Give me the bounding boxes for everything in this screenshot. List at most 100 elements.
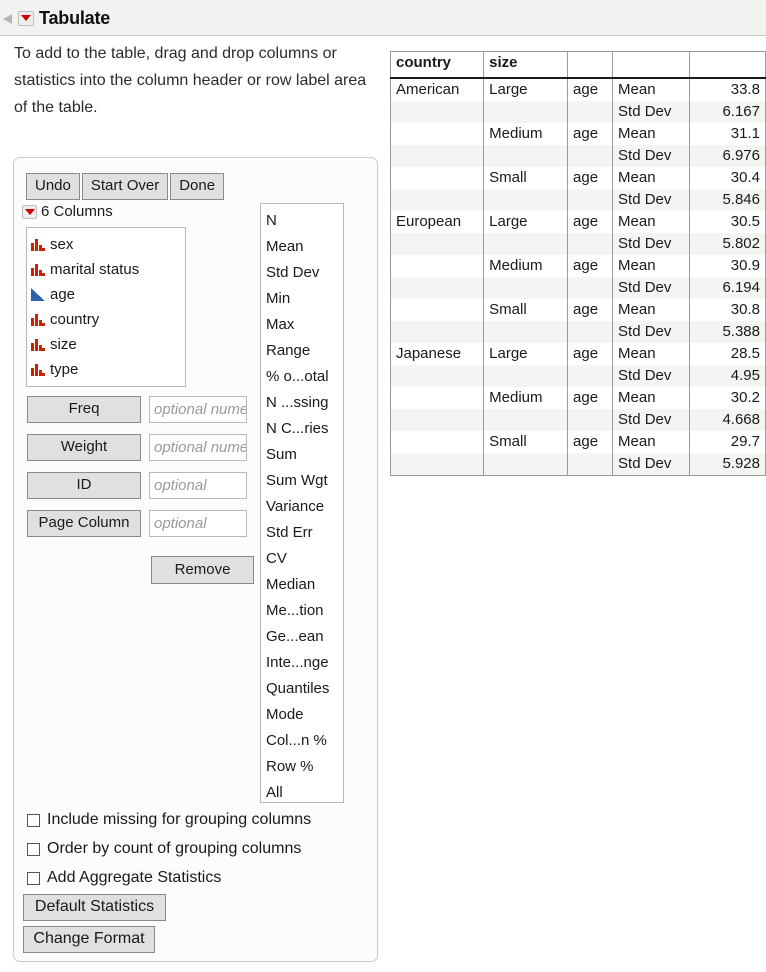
table-cell-country xyxy=(389,408,485,431)
table-cell-statistic: Mean xyxy=(612,77,690,101)
include-missing-checkbox-row[interactable]: Include missing for grouping columns xyxy=(27,811,311,829)
statistic-item[interactable]: N xyxy=(266,208,343,234)
statistic-item[interactable]: Variance xyxy=(266,494,343,520)
remove-button[interactable]: Remove xyxy=(151,556,254,584)
column-list-item[interactable]: sex xyxy=(31,232,185,257)
include-missing-label: Include missing for grouping columns xyxy=(47,811,312,828)
table-cell-size: Large xyxy=(483,210,569,233)
statistic-item[interactable]: Sum Wgt xyxy=(266,468,343,494)
table-header-country[interactable]: country xyxy=(389,51,485,79)
default-statistics-button[interactable]: Default Statistics xyxy=(23,894,166,921)
statistic-item[interactable]: Row % xyxy=(266,754,343,780)
column-list-item[interactable]: size xyxy=(31,332,185,357)
table-header-size[interactable]: size xyxy=(483,51,569,79)
statistic-item[interactable]: Sum xyxy=(266,442,343,468)
table-cell-size: Medium xyxy=(483,254,569,277)
statistic-item[interactable]: Range xyxy=(266,338,343,364)
disclosure-triangle-icon[interactable] xyxy=(3,14,12,24)
statistic-item[interactable]: Col...n % xyxy=(266,728,343,754)
statistic-item[interactable]: Mode xyxy=(266,702,343,728)
table-cell-size xyxy=(483,408,569,431)
red-triangle-menu-icon[interactable] xyxy=(18,10,34,26)
table-cell-country xyxy=(389,232,485,255)
table-cell-size xyxy=(483,232,569,255)
page-title: Tabulate xyxy=(39,7,111,28)
instructions-text: To add to the table, drag and drop colum… xyxy=(14,45,367,116)
statistic-item[interactable]: Std Dev xyxy=(266,260,343,286)
statistic-item[interactable]: % o...otal xyxy=(266,364,343,390)
table-cell-value: 5.388 xyxy=(688,320,766,343)
columns-list[interactable]: sex marital status age country size type xyxy=(26,227,186,387)
table-cell-variable: age xyxy=(567,342,614,365)
column-item-label: age xyxy=(50,286,76,303)
statistic-item[interactable]: Mean xyxy=(266,234,343,260)
table-cell-value: 33.8 xyxy=(688,77,766,101)
freq-input[interactable]: optional numeric xyxy=(149,396,247,423)
table-cell-value: 4.95 xyxy=(688,364,766,387)
freq-button[interactable]: Freq xyxy=(27,396,141,423)
table-cell-variable xyxy=(567,144,614,167)
statistic-item[interactable]: Inte...nge xyxy=(266,650,343,676)
table-cell-size: Medium xyxy=(483,122,569,145)
id-input[interactable]: optional xyxy=(149,472,247,499)
statistic-item[interactable]: Ge...ean xyxy=(266,624,343,650)
statistic-item[interactable]: CV xyxy=(266,546,343,572)
table-row: Std Dev 6.194 xyxy=(389,276,766,299)
statistic-item[interactable]: N ...ssing xyxy=(266,390,343,416)
table-cell-variable: age xyxy=(567,430,614,453)
statistic-item[interactable]: Me...tion xyxy=(266,598,343,624)
tabulate-window: Tabulate To add to the table, drag and d… xyxy=(0,0,766,972)
id-button[interactable]: ID xyxy=(27,472,141,499)
weight-input[interactable]: optional numeric xyxy=(149,434,247,461)
freq-role-row: Freq optional numeric xyxy=(27,396,247,423)
undo-button[interactable]: Undo xyxy=(26,173,80,200)
page-column-input[interactable]: optional xyxy=(149,510,247,537)
statistic-item[interactable]: Median xyxy=(266,572,343,598)
nominal-bars-icon xyxy=(31,338,45,351)
table-cell-country xyxy=(389,430,485,453)
table-cell-variable xyxy=(567,364,614,387)
table-row: Std Dev 4.668 xyxy=(389,408,766,431)
page-column-button[interactable]: Page Column xyxy=(27,510,141,537)
table-cell-statistic: Std Dev xyxy=(612,232,690,255)
statistics-list[interactable]: N Mean Std Dev Min Max Range % o...otal … xyxy=(260,203,344,803)
add-aggregate-statistics-checkbox-row[interactable]: Add Aggregate Statistics xyxy=(27,869,221,887)
table-cell-value: 5.802 xyxy=(688,232,766,255)
order-by-count-checkbox-row[interactable]: Order by count of grouping columns xyxy=(27,840,301,858)
table-cell-statistic: Mean xyxy=(612,254,690,277)
table-cell-statistic: Std Dev xyxy=(612,100,690,123)
done-button[interactable]: Done xyxy=(170,173,225,200)
column-list-item[interactable]: age xyxy=(31,282,185,307)
columns-panel-header: 6 Columns xyxy=(22,203,113,220)
table-cell-size: Small xyxy=(483,430,569,453)
table-cell-variable: age xyxy=(567,77,614,101)
include-missing-checkbox[interactable] xyxy=(27,813,40,827)
change-format-button[interactable]: Change Format xyxy=(23,926,155,953)
statistic-item[interactable]: N C...ries xyxy=(266,416,343,442)
table-header-variable[interactable] xyxy=(567,51,614,79)
table-row: Std Dev 5.802 xyxy=(389,232,766,255)
table-cell-variable: age xyxy=(567,210,614,233)
add-aggregate-statistics-checkbox[interactable] xyxy=(27,871,40,885)
statistic-item[interactable]: Min xyxy=(266,286,343,312)
weight-button[interactable]: Weight xyxy=(27,434,141,461)
table-header-statistic[interactable] xyxy=(612,51,690,79)
column-list-item[interactable]: marital status xyxy=(31,257,185,282)
statistic-item[interactable]: Max xyxy=(266,312,343,338)
statistic-item[interactable]: Std Err xyxy=(266,520,343,546)
column-item-label: country xyxy=(50,311,100,328)
statistic-item[interactable]: All xyxy=(266,780,343,802)
table-cell-statistic: Mean xyxy=(612,430,690,453)
table-cell-variable xyxy=(567,188,614,211)
table-body: American Large age Mean 33.8 Std Dev 6.167 Medi… xyxy=(389,77,766,476)
statistic-item[interactable]: Quantiles xyxy=(266,676,343,702)
table-cell-variable: age xyxy=(567,386,614,409)
order-by-count-checkbox[interactable] xyxy=(27,842,40,856)
column-list-item[interactable]: type xyxy=(31,357,185,382)
column-list-item[interactable]: country xyxy=(31,307,185,332)
nominal-bars-icon xyxy=(31,313,45,326)
table-header-value[interactable] xyxy=(688,51,766,79)
start-over-button[interactable]: Start Over xyxy=(81,173,169,200)
columns-red-triangle-menu-icon[interactable] xyxy=(22,204,37,219)
tabulate-results-table: country size American Large age Mean 33.8 Std… xyxy=(389,51,766,476)
